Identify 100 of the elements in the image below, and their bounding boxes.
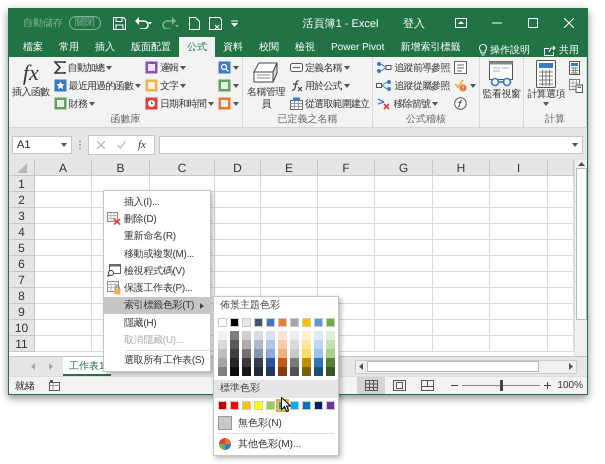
zoom-in-icon[interactable] <box>544 382 552 389</box>
previous-sheet-icon[interactable] <box>31 363 35 370</box>
color-swatch[interactable] <box>290 358 299 367</box>
grid-cell[interactable] <box>490 288 548 304</box>
row-header[interactable]: 2 <box>9 192 35 208</box>
color-swatch[interactable] <box>242 318 251 327</box>
ribbon-button[interactable]: fx 插入函數 <box>11 59 51 114</box>
scroll-left-icon[interactable] <box>359 363 363 370</box>
grid-cell[interactable] <box>375 224 433 240</box>
color-swatch[interactable] <box>218 401 227 410</box>
color-swatch[interactable] <box>314 349 323 358</box>
ribbon-button[interactable] <box>217 77 240 94</box>
scroll-right-icon[interactable] <box>569 363 573 370</box>
ribbon-button[interactable] <box>217 95 240 112</box>
grid-cell[interactable] <box>375 304 433 320</box>
vertical-scrollbar[interactable] <box>574 160 587 356</box>
color-swatch[interactable] <box>302 349 311 358</box>
color-swatch[interactable] <box>302 340 311 349</box>
color-swatch[interactable] <box>290 367 299 376</box>
row-header[interactable]: 8 <box>9 288 35 304</box>
grid-cell[interactable] <box>375 288 433 304</box>
grid-cell[interactable] <box>261 272 318 288</box>
grid-cell[interactable] <box>261 224 318 240</box>
grid-cell[interactable] <box>375 176 433 192</box>
color-swatch[interactable] <box>278 331 287 340</box>
color-swatch[interactable] <box>242 367 251 376</box>
column-header[interactable]: F <box>318 160 375 176</box>
grid-cell[interactable] <box>261 176 318 192</box>
grid-cell[interactable] <box>35 288 92 304</box>
color-swatch[interactable] <box>218 358 227 367</box>
grid-cell[interactable] <box>35 336 92 352</box>
ribbon-button[interactable]: 自動加總 <box>52 59 142 76</box>
tell-me-field[interactable]: 操作說明 <box>490 43 530 57</box>
grid-cell[interactable] <box>35 320 92 336</box>
color-swatch[interactable] <box>326 358 335 367</box>
column-header[interactable]: G <box>375 160 433 176</box>
sign-in-link[interactable]: 登入 <box>403 16 425 30</box>
grid-cell[interactable] <box>490 272 548 288</box>
ribbon-tab[interactable]: 資料 <box>215 37 251 57</box>
grid-cell[interactable] <box>433 288 490 304</box>
color-swatch[interactable] <box>278 340 287 349</box>
color-swatch[interactable] <box>254 367 263 376</box>
slider-thumb[interactable] <box>500 380 504 391</box>
grid-cell[interactable] <box>433 208 490 224</box>
color-swatch[interactable] <box>254 401 263 410</box>
grid-cell[interactable] <box>433 272 490 288</box>
color-swatch[interactable] <box>302 401 311 410</box>
no-color-option[interactable]: 無色彩(N) <box>214 414 338 432</box>
color-swatch[interactable] <box>314 358 323 367</box>
color-swatch[interactable] <box>218 318 227 327</box>
ribbon-button[interactable]: 追蹤從屬參照 <box>375 77 451 94</box>
grid-cell[interactable] <box>375 208 433 224</box>
row-header[interactable]: 9 <box>9 304 35 320</box>
color-swatch[interactable] <box>326 331 335 340</box>
color-swatch[interactable] <box>266 401 275 410</box>
menu-item[interactable]: 保護工作表(P)... <box>104 279 210 297</box>
grid-cell[interactable] <box>35 192 92 208</box>
ribbon-button[interactable]: 定義名稱 <box>289 59 370 76</box>
color-swatch[interactable] <box>326 349 335 358</box>
color-swatch[interactable] <box>290 349 299 358</box>
grid-cell[interactable] <box>261 208 318 224</box>
color-swatch[interactable] <box>242 349 251 358</box>
color-swatch[interactable] <box>326 367 335 376</box>
grid-cell[interactable] <box>375 336 433 352</box>
view-icon[interactable] <box>420 380 434 391</box>
grid-cell[interactable] <box>490 192 548 208</box>
ribbon-button[interactable]: 財務 <box>52 95 142 112</box>
zoom-out-icon[interactable] <box>451 382 458 389</box>
ribbon-button[interactable]: 追蹤前導參照 <box>375 59 451 76</box>
color-swatch[interactable] <box>278 318 287 327</box>
color-swatch[interactable] <box>326 340 335 349</box>
maximize-icon[interactable] <box>528 18 538 28</box>
grid-cell[interactable] <box>490 256 548 272</box>
column-header[interactable]: C <box>150 160 215 176</box>
ribbon-tab[interactable]: 常用 <box>51 37 87 57</box>
ribbon-tab[interactable]: 校閱 <box>251 37 287 57</box>
name-box[interactable]: A1 <box>12 136 72 154</box>
ribbon-button[interactable]: 文字 <box>144 77 216 94</box>
ribbon-tab[interactable]: 檢視 <box>287 37 323 57</box>
color-swatch[interactable] <box>266 331 275 340</box>
color-swatch[interactable] <box>290 331 299 340</box>
color-swatch[interactable] <box>302 331 311 340</box>
row-header[interactable]: 7 <box>9 272 35 288</box>
ribbon-display-icon[interactable] <box>455 18 467 28</box>
ribbon-button[interactable]: 日期和時間 <box>144 95 216 112</box>
undo-icon[interactable] <box>135 17 153 29</box>
grid-cell[interactable] <box>318 256 375 272</box>
menu-item[interactable]: 重新命名(R) <box>104 228 210 245</box>
grid-cell[interactable] <box>433 224 490 240</box>
color-swatch[interactable] <box>230 349 239 358</box>
color-swatch[interactable] <box>230 318 239 327</box>
grid-cell[interactable] <box>433 320 490 336</box>
ribbon-tab[interactable]: 新增索引標籤 <box>392 37 468 57</box>
ribbon-button[interactable] <box>452 77 477 94</box>
ribbon-button[interactable]: 監看視窗 <box>482 59 522 114</box>
grid-cell[interactable] <box>215 208 261 224</box>
macro-record-icon[interactable] <box>49 380 60 391</box>
grid-cell[interactable] <box>433 256 490 272</box>
color-swatch[interactable] <box>254 358 263 367</box>
view-icon[interactable] <box>364 380 378 391</box>
